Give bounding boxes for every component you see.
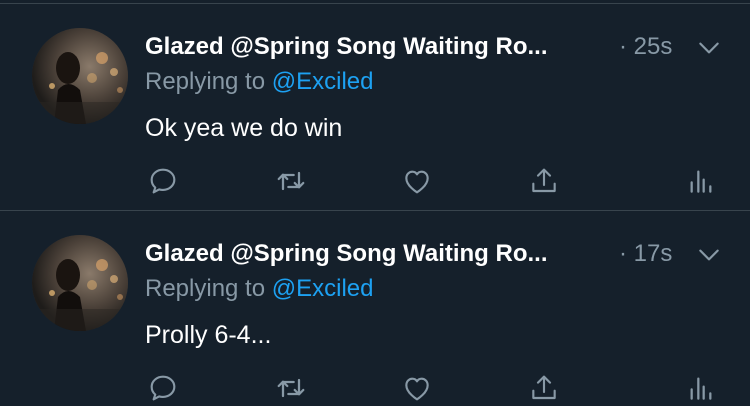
tweet[interactable]: Glazed @Spring Song Waiting Ro... · 25s … <box>0 4 750 209</box>
timestamp[interactable]: · 17s <box>619 240 672 268</box>
tweet-actions <box>0 371 750 405</box>
replying-handle-link[interactable]: @Exciled <box>272 275 374 302</box>
tweet[interactable]: Glazed @Spring Song Waiting Ro... · 17s … <box>0 211 750 406</box>
author-name[interactable]: Glazed @Spring Song Waiting Ro... <box>145 33 607 61</box>
avatar-photo <box>32 235 128 331</box>
tweet-text: Prolly 6-4... <box>145 321 272 349</box>
timeline: Glazed @Spring Song Waiting Ro... · 25s … <box>0 0 750 406</box>
chevron-down-icon[interactable] <box>696 35 722 61</box>
reply-icon <box>150 168 176 194</box>
reply-icon <box>150 375 176 401</box>
avatar[interactable] <box>32 28 128 124</box>
analytics-icon <box>690 377 712 400</box>
like-icon <box>405 170 429 194</box>
tweet-header: Glazed @Spring Song Waiting Ro... · 25s <box>145 30 672 64</box>
analytics-button[interactable] <box>684 164 718 198</box>
share-icon <box>532 375 556 400</box>
reply-button[interactable] <box>146 371 180 405</box>
share-icon <box>532 168 556 193</box>
avatar[interactable] <box>32 235 128 331</box>
analytics-icon <box>690 170 712 193</box>
replying-prefix: Replying to <box>145 275 266 302</box>
analytics-button[interactable] <box>684 371 718 405</box>
replying-handle-link[interactable]: @Exciled <box>272 68 374 95</box>
replying-to: Replying to @Exciled <box>145 275 373 303</box>
avatar-photo <box>32 28 128 124</box>
share-button[interactable] <box>527 371 561 405</box>
replying-to: Replying to @Exciled <box>145 68 373 96</box>
tweet-actions <box>0 164 750 198</box>
retweet-icon <box>277 378 305 398</box>
author-name[interactable]: Glazed @Spring Song Waiting Ro... <box>145 240 607 268</box>
tweet-header: Glazed @Spring Song Waiting Ro... · 17s <box>145 237 672 271</box>
chevron-down-icon[interactable] <box>696 242 722 268</box>
like-button[interactable] <box>400 371 434 405</box>
replying-prefix: Replying to <box>145 68 266 95</box>
timestamp[interactable]: · 25s <box>619 33 672 61</box>
reply-button[interactable] <box>146 164 180 198</box>
retweet-button[interactable] <box>274 164 308 198</box>
retweet-icon <box>277 171 305 191</box>
share-button[interactable] <box>527 164 561 198</box>
retweet-button[interactable] <box>274 371 308 405</box>
tweet-text: Ok yea we do win <box>145 114 343 142</box>
like-button[interactable] <box>400 164 434 198</box>
like-icon <box>405 377 429 401</box>
